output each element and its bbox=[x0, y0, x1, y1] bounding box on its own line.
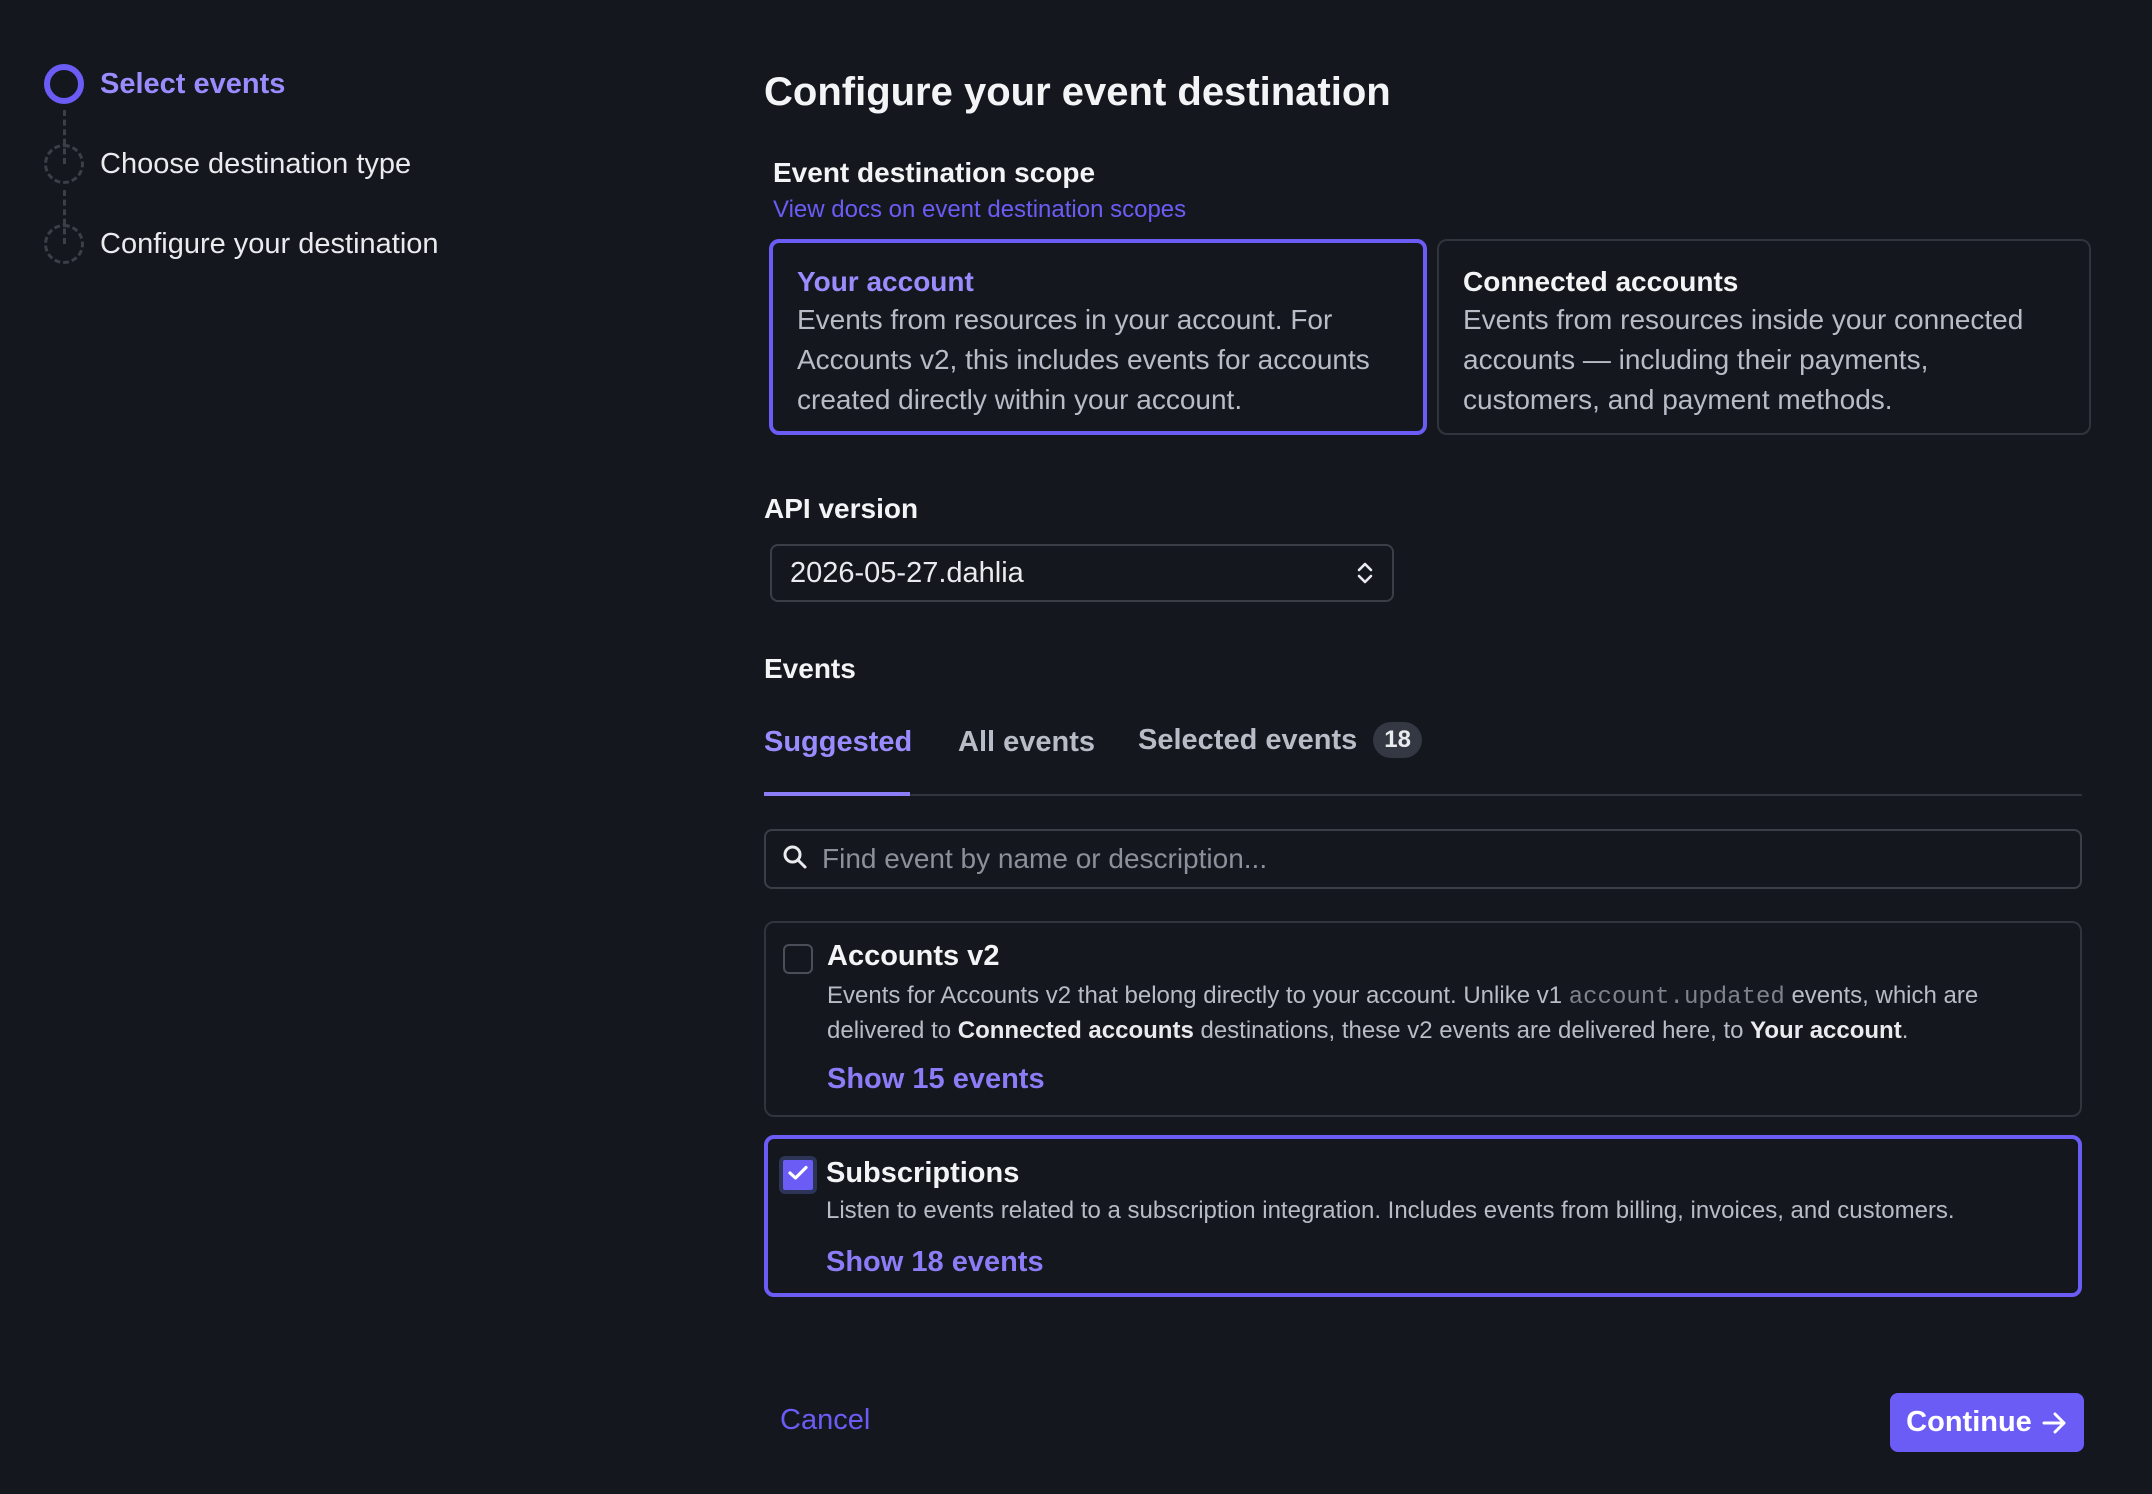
continue-button[interactable]: Continue bbox=[1890, 1393, 2084, 1452]
show-events-link[interactable]: Show 15 events bbox=[827, 1063, 1045, 1096]
active-tab-indicator bbox=[764, 792, 910, 796]
group-checkbox[interactable] bbox=[779, 1156, 817, 1194]
search-input[interactable] bbox=[820, 842, 2024, 876]
step-select-events[interactable]: Select events bbox=[44, 64, 285, 104]
group-checkbox[interactable] bbox=[783, 944, 813, 974]
arrow-right-icon bbox=[2042, 1412, 2068, 1434]
group-description: Listen to events related to a subscripti… bbox=[826, 1197, 1955, 1224]
scope-heading: Event destination scope bbox=[773, 157, 1096, 188]
scope-option-title: Connected accounts bbox=[1463, 266, 1739, 297]
scope-docs-link[interactable]: View docs on event destination scopes bbox=[773, 196, 1186, 224]
scope-option-title: Your account bbox=[797, 266, 974, 297]
events-tabs: Suggested All events Selected events 18 bbox=[764, 718, 2082, 796]
group-title: Accounts v2 bbox=[827, 940, 1000, 972]
event-group-subscriptions: Subscriptions Listen to events related t… bbox=[764, 1135, 2082, 1297]
step-label: Configure your destination bbox=[100, 227, 439, 260]
scope-option-description: Events from resources in your account. F… bbox=[797, 304, 1370, 415]
group-description: Events for Accounts v2 that belong direc… bbox=[827, 982, 1979, 1044]
tab-label: Suggested bbox=[764, 726, 913, 758]
show-events-link[interactable]: Show 18 events bbox=[826, 1246, 1044, 1279]
tab-label: Selected events bbox=[1138, 723, 1358, 756]
events-label: Events bbox=[764, 653, 856, 684]
step-choose-destination-type: Choose destination type bbox=[44, 144, 411, 184]
step-label: Select events bbox=[100, 67, 286, 100]
scope-option-connected-accounts[interactable]: Connected accounts Events from resources… bbox=[1437, 239, 2091, 435]
checkmark-icon bbox=[788, 1165, 808, 1186]
scope-option-description: Events from resources inside your connec… bbox=[1463, 304, 2024, 415]
selected-count-badge: 18 bbox=[1373, 722, 1422, 758]
scope-option-your-account[interactable]: Your account Events from resources in yo… bbox=[769, 239, 1427, 435]
search-icon bbox=[782, 844, 808, 875]
cancel-button[interactable]: Cancel bbox=[780, 1404, 870, 1437]
step-label: Choose destination type bbox=[100, 147, 412, 180]
step-configure-destination: Configure your destination bbox=[44, 224, 439, 264]
event-code: account.updated bbox=[1568, 984, 1785, 1011]
step-todo-icon bbox=[44, 224, 84, 264]
api-version-select[interactable]: 2026-05-27.dahlia bbox=[770, 544, 1394, 602]
continue-label: Continue bbox=[1906, 1406, 2032, 1438]
event-search bbox=[764, 829, 2082, 889]
event-group-accounts-v2: Accounts v2 Events for Accounts v2 that … bbox=[764, 921, 2082, 1117]
tab-label: All events bbox=[958, 726, 1095, 758]
tab-suggested[interactable]: Suggested bbox=[764, 726, 912, 759]
page-title: Configure your event destination bbox=[764, 70, 1391, 114]
api-version-value: 2026-05-27.dahlia bbox=[790, 556, 1024, 589]
tab-selected-events[interactable]: Selected events 18 bbox=[1138, 722, 1422, 758]
step-active-icon bbox=[44, 64, 84, 104]
group-title: Subscriptions bbox=[826, 1157, 1020, 1189]
tab-all-events[interactable]: All events bbox=[958, 726, 1095, 759]
api-version-label: API version bbox=[764, 493, 919, 524]
step-todo-icon bbox=[44, 144, 84, 184]
select-chevrons-icon bbox=[1356, 560, 1374, 586]
